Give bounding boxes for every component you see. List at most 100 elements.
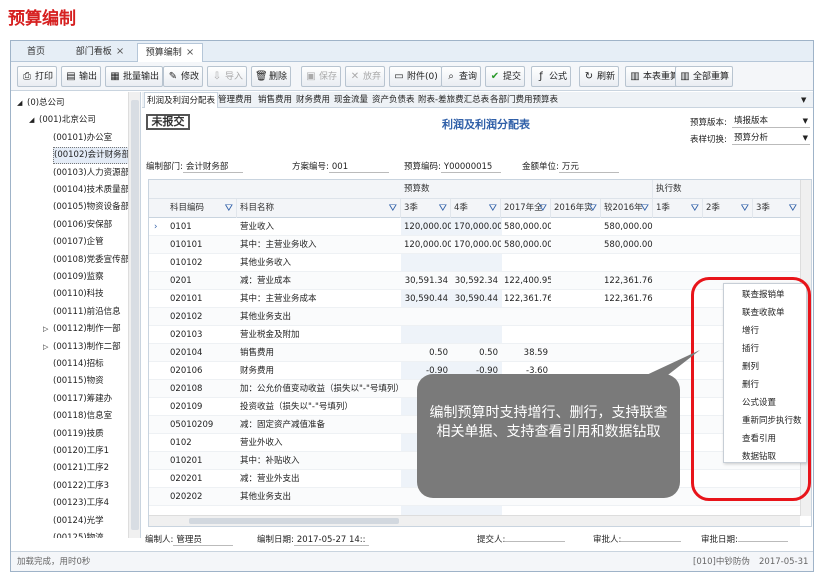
subtab-sales-expense[interactable]: 销售费用 [258,92,292,108]
cell-v3[interactable] [401,308,451,326]
cell-v2016[interactable] [551,344,601,362]
filter-icon[interactable]: ⛛ [641,199,649,218]
grid-hscrollbar[interactable] [149,515,800,526]
cell-code[interactable]: 020103 [167,326,237,344]
cell-v2016[interactable] [551,272,601,290]
cell-v3[interactable] [401,254,451,272]
cell-name[interactable]: 加：公允价值变动收益（损失以"-"号填列） [237,380,401,398]
cell-v2016[interactable] [551,218,601,236]
cell-name[interactable]: 减：营业外支出 [237,470,401,488]
cell-code[interactable]: 010201 [167,452,237,470]
tree-node[interactable]: ▷ (00113)制作二部 [43,339,121,356]
cell-v2017[interactable]: 580,000.00 [501,218,551,236]
batch-export-button[interactable]: ▦ 批量输出 [105,66,164,87]
tree-node[interactable]: ◢ (0)总公司 [17,95,65,112]
tree-node[interactable]: (00115)物资 [53,373,104,390]
cell-name[interactable]: 其中：主营业务收入 [237,236,401,254]
column-header[interactable]: 2季 ⛛ [703,199,753,218]
cell-v4[interactable] [451,254,501,272]
cell-name[interactable]: 营业税金及附加 [237,326,401,344]
subtab-admin-expense[interactable]: 管理费用 [218,92,252,108]
cell-code[interactable]: 020108 [167,380,237,398]
cell-name[interactable]: 其中：主营业务成本 [237,290,401,308]
attachment-button[interactable]: ▭ 附件(0) [389,66,442,87]
tree-node[interactable]: (00104)技术质量部 [53,182,129,199]
cell-v4[interactable]: 30,590.44 [451,290,501,308]
cell-code[interactable]: 020202 [167,488,237,506]
cell-name[interactable]: 营业收入 [237,218,401,236]
cell-v2017[interactable]: 122,361.76 [501,290,551,308]
expand-toggle-icon[interactable]: ▷ [43,321,53,338]
cell-code[interactable]: 020104 [167,344,237,362]
cell-vcmp[interactable]: 580,000.00 [601,236,653,254]
export-button[interactable]: ▤ 输出 [61,66,102,87]
column-header[interactable]: 较2016年 ⛛ [601,199,653,218]
tree-node[interactable]: (00105)物资设备部 [53,199,129,216]
tree-node[interactable]: (00101)办公室 [53,130,112,147]
cell-vcmp[interactable] [601,344,653,362]
tree-node[interactable]: (00109)监察 [53,269,104,286]
cell-vcmp[interactable]: 122,361.76 [601,272,653,290]
cell-vcmp[interactable] [601,308,653,326]
version-select[interactable]: 填报版本 ▼ [732,115,810,128]
discard-button[interactable]: ✕ 放弃 [345,66,386,87]
tree-scrollbar[interactable] [128,92,140,538]
cell-code[interactable]: 010101 [167,236,237,254]
close-icon[interactable]: × [116,46,124,57]
column-header[interactable]: 3季 ⛛ [753,199,801,218]
cell-vcmp[interactable] [601,254,653,272]
tree-node[interactable]: (00121)工序2 [53,460,109,477]
cell-v2017[interactable] [501,326,551,344]
tree-node[interactable]: (00107)企管 [53,234,104,251]
cell-name[interactable]: 投资收益（损失以"-"号填列） [237,398,401,416]
cell-v2017[interactable] [501,254,551,272]
column-header[interactable]: 1季 ⛛ [653,199,703,218]
cell-v2017[interactable]: 580,000.00 [501,236,551,254]
expand-toggle-icon[interactable]: ▷ [43,339,53,356]
column-header[interactable]: 科目名称 ⛛ [237,199,401,218]
filter-icon[interactable]: ⛛ [389,199,397,218]
cell-name[interactable]: 销售费用 [237,344,401,362]
column-header[interactable]: 2017年全 ⛛ [501,199,551,218]
cell-vcmp[interactable]: 580,000.00 [601,218,653,236]
cell-v2017[interactable]: 38.59 [501,344,551,362]
cell-v2016[interactable] [551,236,601,254]
cell-name[interactable]: 减：营业成本 [237,272,401,290]
table-row[interactable]: › 0101 营业收入 120,000.00 170,000.00 580,000.00 5… [149,218,811,236]
filter-icon[interactable]: ⛛ [439,199,447,218]
tree-node[interactable]: (00119)技质 [53,426,104,443]
cell-name[interactable]: 其中：补贴收入 [237,452,401,470]
expand-toggle-icon[interactable]: ◢ [29,112,39,129]
cell-name[interactable]: 财务费用 [237,362,401,380]
filter-icon[interactable]: ⛛ [789,199,797,218]
cell-code[interactable]: 0102 [167,434,237,452]
subtab-dept-budget[interactable]: 各部门费用预算表 [490,92,558,108]
switch-select[interactable]: 预算分析 ▼ [732,132,810,145]
cell-vcmp[interactable]: 122,361.76 [601,290,653,308]
column-header[interactable]: 科目编码 ⛛ [167,199,237,218]
cell-code[interactable]: 020106 [167,362,237,380]
filter-icon[interactable]: ⛛ [539,199,547,218]
cell-v4[interactable]: 170,000.00 [451,218,501,236]
cell-v2016[interactable] [551,326,601,344]
cell-code[interactable]: 05010209 [167,416,237,434]
cell-code[interactable]: 020101 [167,290,237,308]
import-button[interactable]: ⇩ 导入 [207,66,248,87]
cell-v4[interactable]: 0.50 [451,344,501,362]
cell-name[interactable]: 其他业务收入 [237,254,401,272]
tree-node[interactable]: (00108)党委宣传部 [53,252,129,269]
tabs-dropdown-icon[interactable]: ▼ [801,92,806,108]
table-row[interactable]: 010101 其中：主营业务收入 120,000.00 170,000.00 580,0… [149,236,811,254]
tree-node[interactable]: (00106)安保部 [53,217,112,234]
tree-node[interactable]: (00124)光学 [53,513,104,530]
cell-code[interactable]: 020109 [167,398,237,416]
tree-node[interactable]: (00118)信息室 [53,408,112,425]
search-button[interactable]: ⌕ 查询 [441,66,482,87]
tab-home[interactable]: 首页 [13,43,59,62]
tab-budget-edit[interactable]: 预算编制 × [137,43,203,62]
expand-toggle-icon[interactable]: ◢ [17,95,27,112]
cell-v3[interactable]: 120,000.00 [401,218,451,236]
subtab-travel-summary[interactable]: 附表-差旅费汇总表 [418,92,489,108]
cell-v4[interactable] [451,326,501,344]
cell-v3[interactable]: 120,000.00 [401,236,451,254]
